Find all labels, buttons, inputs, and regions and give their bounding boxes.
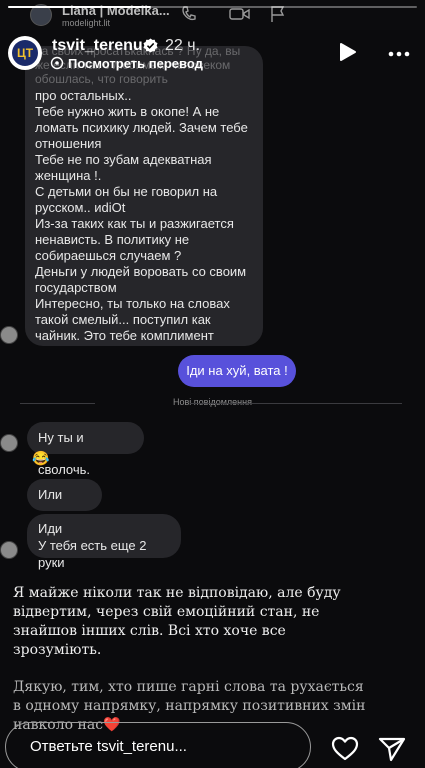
send-icon[interactable] [378, 736, 406, 762]
caption-line: відвертим, через свій емоційний стан, не [13, 604, 320, 620]
verified-badge-icon [143, 38, 158, 53]
story-avatar[interactable]: ЦТ [8, 36, 42, 70]
story-username[interactable]: tsvit_terenu [52, 37, 143, 55]
story-caption-paragraph: Я майже ніколи так не відповідаю, але бу… [13, 584, 413, 660]
incoming-message-bubble: на своих просатькакнась ? Ну да, вы же е… [25, 46, 263, 346]
reply-input[interactable]: Ответьте tsvit_terenu... [5, 722, 311, 768]
incoming-message-bubble: Или воюй [27, 479, 102, 534]
reply-placeholder: Ответьте tsvit_terenu... [30, 738, 187, 755]
like-heart-icon[interactable] [331, 736, 359, 762]
caption-line: зрозуміють. [13, 642, 102, 658]
message-line: У тебя есть еще 2 руки [38, 538, 147, 570]
sender-avatar [0, 541, 18, 559]
message-line: Деньги у людей воровать со своим государ… [35, 264, 247, 295]
story-progress-fill [8, 6, 152, 8]
more-options-icon[interactable] [388, 51, 410, 57]
message-line: Из-за таких как ты и разжигается ненавис… [35, 216, 234, 263]
new-messages-label: Нові повідомлення [173, 397, 252, 407]
message-line: Тебе нужно жить в окопе! А не ломать пси… [35, 104, 248, 151]
story-header: ЦТ tsvit_terenu 22 ч. Посмотреть перевод [0, 34, 425, 74]
outgoing-message-bubble: Іди на хуй, вата ! [178, 355, 296, 387]
dm-contact-subtitle: modelight.lit [62, 18, 111, 28]
incoming-message-bubble: Иди У тебя есть еще 2 руки [27, 514, 181, 570]
caption-line: знайшов інших слів. Всі хто хоче все [13, 623, 286, 639]
story-viewer: Liana | Modelka... modelight.lit на свои… [0, 0, 425, 768]
play-icon[interactable] [339, 42, 357, 62]
story-progress-bar [8, 6, 417, 8]
sender-avatar [0, 434, 18, 452]
dm-screenshot-header: Liana | Modelka... modelight.lit [0, 0, 425, 30]
laugh-reaction-emoji: 😂 [32, 450, 50, 466]
see-translation-link[interactable]: Посмотреть перевод [68, 56, 203, 71]
caption-line: в одному напрямку, напрямку позитивних з… [13, 698, 366, 714]
message-line: С детьми он бы не говорил на русском.. и… [35, 184, 218, 215]
story-avatar-emblem: ЦТ [12, 40, 38, 66]
message-line: Иди [38, 521, 63, 536]
message-line: Тебе не по зубам адекватная женщина !. [35, 152, 212, 183]
new-messages-divider: Нові повідомлення [0, 395, 425, 411]
story-timestamp: 22 ч. [165, 37, 201, 54]
message-line: про остальных.. [35, 88, 132, 103]
translate-icon [50, 56, 64, 70]
caption-line: Я майже ніколи так не відповідаю, але бу… [13, 585, 341, 601]
incoming-message-lines: про остальных.. Тебе нужно жить в окопе! … [35, 88, 253, 344]
divider-line-right [190, 403, 402, 404]
sender-avatar [0, 326, 18, 344]
message-line: Интересно, ты только на словах такой сме… [35, 296, 230, 343]
caption-line: Дякую, тим, хто пише гарні слова та руха… [13, 679, 364, 695]
